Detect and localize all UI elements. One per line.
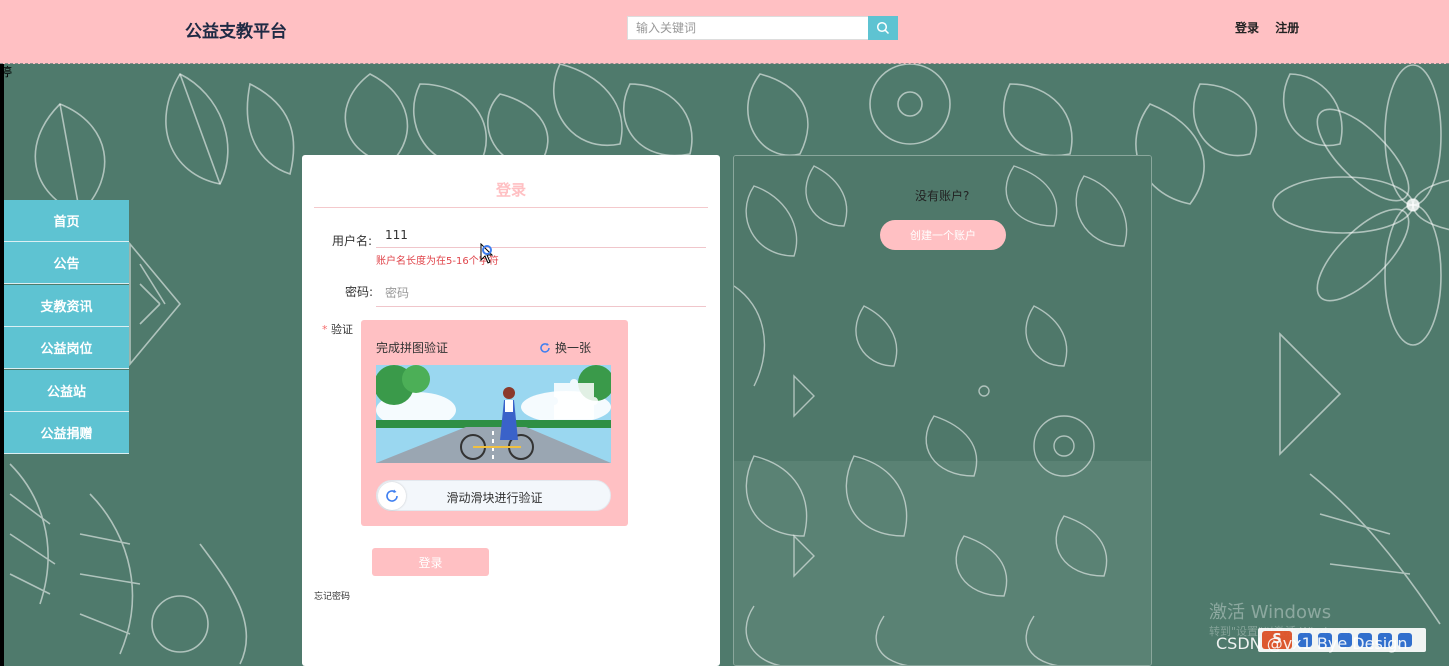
login-card: 登录 用户名: 账户名长度为在5-16个字符 密码: * 验证 完成拼图验证 换… [302,155,720,666]
title-divider [314,207,708,208]
register-card: 没有账户? 创建一个账户 [733,155,1152,666]
nav-item-notice[interactable]: 公告 [4,242,129,285]
nav-item-stations[interactable]: 公益站 [4,369,129,412]
captcha-slider-track[interactable]: 滑动滑块进行验证 [376,480,611,511]
captcha-label: * 验证 [322,321,353,337]
username-label: 用户名: [332,234,373,248]
captcha-slider-handle[interactable] [378,482,406,510]
refresh-arrow-icon [386,489,398,502]
search-icon [876,21,890,35]
login-link[interactable]: 登录 [1235,21,1259,35]
no-account-text: 没有账户? [915,189,970,203]
captcha-refresh-button[interactable]: 换一张 [539,339,591,356]
nav-item-news[interactable]: 支教资讯 [4,284,129,327]
forgot-password-link[interactable]: 忘记密码 [314,589,350,602]
password-label: 密码: [345,285,374,299]
login-submit-button[interactable]: 登录 [372,548,489,576]
username-input[interactable] [376,222,706,248]
captcha-panel: 完成拼图验证 换一张 滑动滑块进行验证 [361,320,628,526]
windows-activation-watermark: 激活 Windows [1209,602,1332,623]
login-title: 登录 [495,181,526,199]
required-star: * [322,323,328,336]
refresh-icon [540,343,550,353]
captcha-refresh-label: 换一张 [555,341,592,355]
register-link[interactable]: 注册 [1275,21,1299,35]
create-account-button[interactable]: 创建一个账户 [880,220,1006,250]
password-input[interactable] [376,279,706,307]
search-input[interactable] [627,16,869,40]
edge-text: 停 [0,65,13,79]
nav-item-home[interactable]: 首页 [4,200,129,242]
slider-hint: 滑动滑块进行验证 [446,491,543,505]
search-button[interactable] [868,16,898,40]
site-brand[interactable]: 公益支教平台 [185,17,287,42]
auth-links: 登录 注册 [1235,19,1311,36]
nav-item-jobs[interactable]: 公益岗位 [4,327,129,370]
chalk-leaf-background [9,64,1449,665]
captcha-title: 完成拼图验证 [376,341,449,355]
captcha-label-text: 验证 [331,323,353,336]
side-navigation: 首页 公告 支教资讯 公益岗位 公益站 公益捐赠 [4,200,129,454]
search-bar [627,16,898,40]
csdn-watermark: CSDN @vx1 Bye Design [1216,634,1408,653]
top-header: 公益支教平台 登录 注册 [0,0,1449,64]
mouse-cursor-icon [480,243,494,264]
nav-item-donation[interactable]: 公益捐赠 [4,411,129,454]
captcha-puzzle-image [376,365,611,463]
